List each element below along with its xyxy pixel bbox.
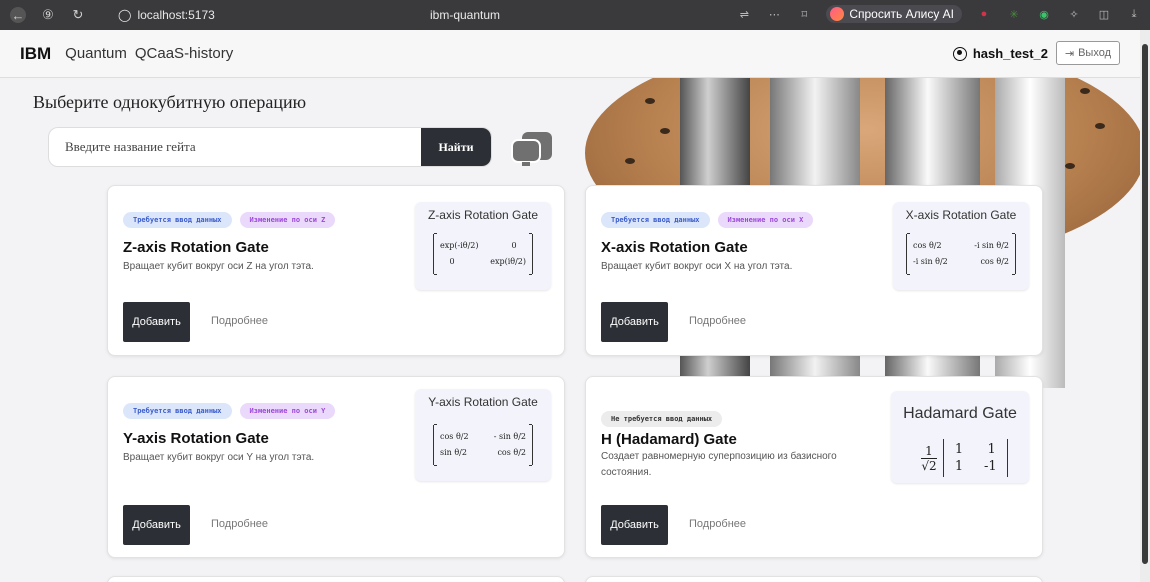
- reload-icon[interactable]: ↻: [70, 7, 86, 23]
- matrix-cell: -i sin θ/2: [974, 241, 1009, 250]
- bookmark-icon[interactable]: ⌑: [796, 6, 812, 22]
- prefactor-denominator: √2: [921, 458, 937, 473]
- search-bar: Найти: [48, 127, 492, 167]
- extension-red-icon[interactable]: ●: [976, 6, 992, 22]
- browser-toolbar: ← ⑨ ↻ ◯ localhost:5173 ibm-quantum ⇌ ⋯ ⌑…: [0, 0, 1150, 30]
- app-header: IBM Quantum QCaaS-history hash_test_2 ⇥ …: [0, 30, 1140, 78]
- tab-title: ibm-quantum: [430, 8, 501, 22]
- search-input[interactable]: [49, 128, 421, 166]
- add-button[interactable]: Добавить: [123, 302, 190, 342]
- user-icon: [952, 46, 967, 61]
- matrix-box: Z-axis Rotation Gate exp(-iθ/2) 0 0 exp(iθ…: [415, 202, 551, 290]
- alice-icon: [830, 7, 845, 21]
- extensions-icon[interactable]: ✧: [1066, 6, 1082, 22]
- axis-badge: Изменение по оси Z: [239, 212, 336, 228]
- logout-button[interactable]: ⇥ Выход: [1055, 41, 1120, 65]
- card-title: Z-axis Rotation Gate: [123, 239, 269, 256]
- nav-qcaas-history[interactable]: QCaaS-history: [135, 45, 233, 62]
- card-description: Создает равномерную суперпозицию из бази…: [601, 451, 837, 478]
- card-title: H (Hadamard) Gate: [601, 431, 737, 448]
- brand-logo[interactable]: IBM: [20, 44, 51, 64]
- input-required-badge: Требуется ввод данных: [123, 212, 232, 228]
- details-link[interactable]: Подробнее: [211, 518, 268, 530]
- sidebar-icon[interactable]: ◫: [1096, 6, 1112, 22]
- alice-label: Спросить Алису AI: [849, 7, 954, 21]
- add-button[interactable]: Добавить: [601, 302, 668, 342]
- more-icon[interactable]: ⋯: [766, 6, 782, 22]
- matrix-cell: 0: [511, 241, 517, 250]
- page-title: Выберите однокубитную операцию: [33, 92, 307, 112]
- input-required-badge: Требуется ввод данных: [123, 403, 232, 419]
- axis-badge: Изменение по оси X: [717, 212, 814, 228]
- gate-card-next: [107, 576, 565, 582]
- gate-matrix: exp(-iθ/2) 0 0 exp(iθ/2): [433, 233, 533, 275]
- matrix-cell: sin θ/2: [440, 448, 467, 457]
- matrix-box: X-axis Rotation Gate cos θ/2 -i sin θ/2 -…: [893, 202, 1029, 290]
- matrix-cell: cos θ/2: [497, 448, 526, 457]
- add-button[interactable]: Добавить: [123, 505, 190, 545]
- back-icon[interactable]: ←: [10, 7, 26, 23]
- matrix-cell: -i sin θ/2: [913, 257, 948, 266]
- yandex-icon[interactable]: ⑨: [40, 7, 56, 23]
- matrix-cell: exp(iθ/2): [490, 257, 526, 266]
- input-required-badge: Требуется ввод данных: [601, 212, 710, 228]
- matrix-title: X-axis Rotation Gate: [905, 208, 1017, 222]
- lock-icon: ◯: [118, 8, 132, 22]
- address-bar[interactable]: ◯ localhost:5173: [118, 8, 215, 22]
- gate-matrix: 1 1 1 -1: [943, 439, 1008, 477]
- download-icon[interactable]: ⤓: [1126, 6, 1142, 22]
- logout-icon: ⇥: [1064, 47, 1075, 60]
- gate-card-z: Требуется ввод данных Изменение по оси Z…: [107, 185, 565, 356]
- translate-icon[interactable]: ⇌: [736, 6, 752, 22]
- gate-card-hadamard: Не требуется ввод данных H (Hadamard) Ga…: [585, 376, 1043, 558]
- details-link[interactable]: Подробнее: [211, 315, 268, 327]
- prefactor-numerator: 1: [925, 443, 933, 458]
- matrix-cell: 1: [954, 459, 964, 474]
- card-description: Вращает кубит вокруг оси Y на угол тэта.: [123, 452, 315, 463]
- prefactor: 1 √2: [921, 444, 937, 473]
- nav-quantum[interactable]: Quantum: [65, 45, 127, 62]
- matrix-title: Y-axis Rotation Gate: [428, 395, 538, 409]
- card-title: Y-axis Rotation Gate: [123, 430, 269, 447]
- extension-green-icon[interactable]: ◉: [1036, 6, 1052, 22]
- user-info[interactable]: hash_test_2: [952, 46, 1048, 61]
- matrix-cell: -1: [984, 459, 997, 474]
- scroll-thumb[interactable]: [1142, 44, 1148, 564]
- gate-matrix: cos θ/2 - sin θ/2 sin θ/2 cos θ/2: [433, 424, 533, 466]
- no-input-badge: Не требуется ввод данных: [601, 411, 723, 427]
- gate-card-next: [585, 576, 1043, 582]
- card-description: Вращает кубит вокруг оси Z на угол тэта.: [123, 261, 314, 272]
- hadamard-formula: 1 √2 1 1 1 -1: [921, 439, 1008, 477]
- search-button[interactable]: Найти: [421, 128, 491, 166]
- gate-matrix: cos θ/2 -i sin θ/2 -i sin θ/2 cos θ/2: [906, 233, 1016, 275]
- add-button[interactable]: Добавить: [601, 505, 668, 545]
- scrollbar[interactable]: [1140, 30, 1150, 582]
- matrix-cell: - sin θ/2: [493, 432, 526, 441]
- axis-badge: Изменение по оси Y: [239, 403, 336, 419]
- gate-card-x: Требуется ввод данных Изменение по оси X…: [585, 185, 1043, 356]
- matrix-cell: 1: [987, 442, 996, 457]
- alice-button[interactable]: Спросить Алису AI: [826, 5, 962, 23]
- matrix-title: Z-axis Rotation Gate: [427, 208, 539, 222]
- matrix-title: Hadamard Gate: [903, 405, 1017, 422]
- matrix-cell: 1: [954, 442, 964, 457]
- matrix-cell: cos θ/2: [913, 241, 942, 250]
- matrix-box: Y-axis Rotation Gate cos θ/2 - sin θ/2 si…: [415, 389, 551, 481]
- gate-card-y: Требуется ввод данных Изменение по оси Y…: [107, 376, 565, 558]
- details-link[interactable]: Подробнее: [689, 518, 746, 530]
- card-title: X-axis Rotation Gate: [601, 239, 748, 256]
- matrix-box: Hadamard Gate 1 √2 1 1 1 -1: [891, 391, 1029, 483]
- logout-label: Выход: [1078, 47, 1111, 59]
- card-description: Вращает кубит вокруг оси X на угол тэта.: [601, 261, 793, 272]
- matrix-cell: cos θ/2: [440, 432, 469, 441]
- url-text: localhost:5173: [137, 8, 215, 22]
- details-link[interactable]: Подробнее: [689, 315, 746, 327]
- matrix-cell: cos θ/2: [980, 257, 1009, 266]
- extension-leaf-icon[interactable]: ✳: [1006, 6, 1022, 22]
- username: hash_test_2: [972, 46, 1048, 61]
- matrix-cell: 0: [449, 257, 455, 266]
- chat-icon[interactable]: [508, 128, 556, 168]
- matrix-cell: exp(-iθ/2): [440, 241, 479, 250]
